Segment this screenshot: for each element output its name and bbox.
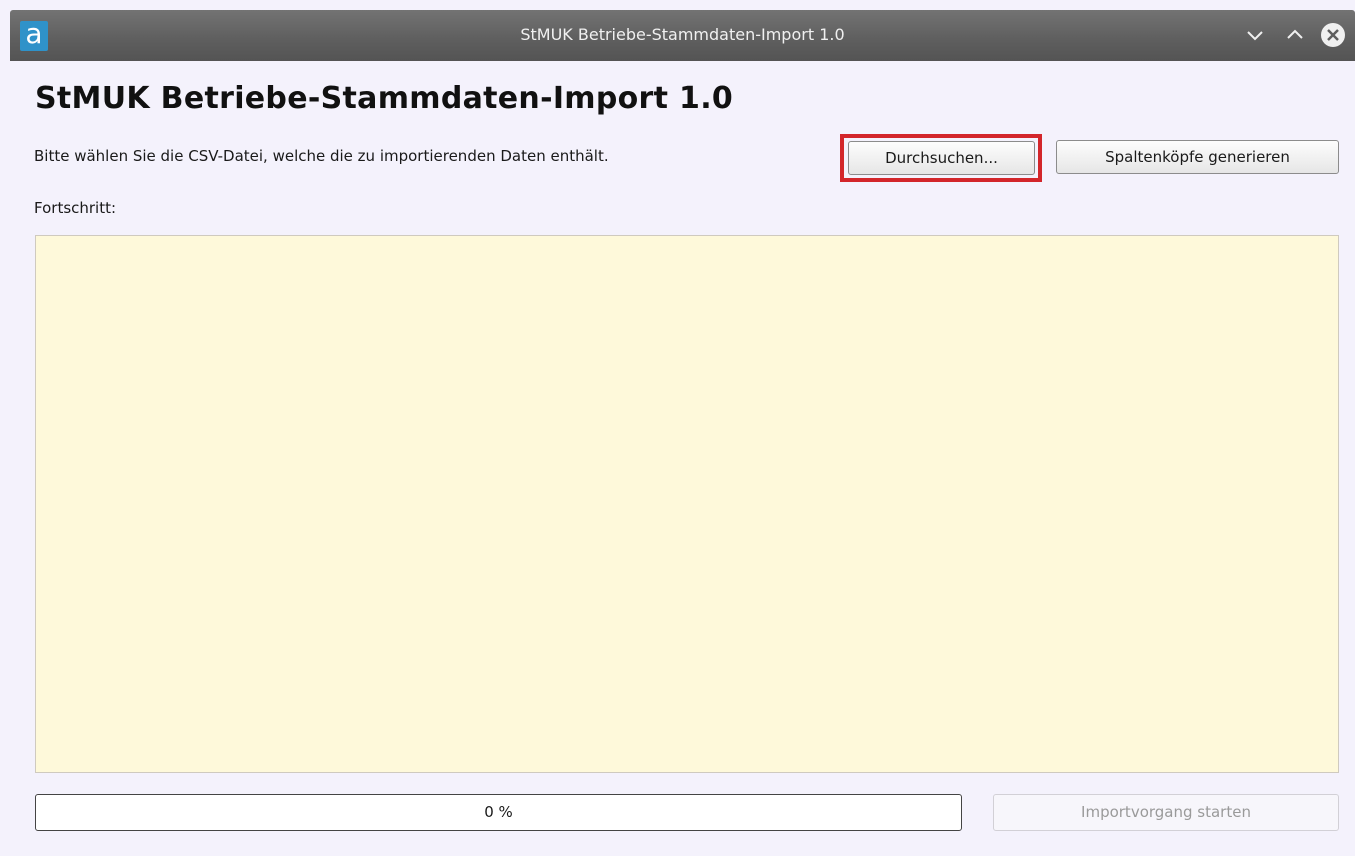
window-title: StMUK Betriebe-Stammdaten-Import 1.0	[520, 25, 845, 44]
minimize-icon[interactable]	[1243, 23, 1267, 47]
start-import-button[interactable]: Importvorgang starten	[993, 794, 1339, 831]
browse-button[interactable]: Durchsuchen...	[848, 141, 1035, 175]
progress-text: 0 %	[484, 803, 513, 821]
page-title: StMUK Betriebe-Stammdaten-Import 1.0	[35, 81, 734, 116]
app-window: a StMUK Betriebe-Stammdaten-Import 1.0 S…	[0, 0, 1355, 856]
title-bar[interactable]: a StMUK Betriebe-Stammdaten-Import 1.0	[10, 10, 1355, 61]
log-output-area[interactable]	[35, 235, 1339, 773]
main-panel: StMUK Betriebe-Stammdaten-Import 1.0 Bit…	[10, 61, 1355, 856]
instruction-text: Bitte wählen Sie die CSV-Datei, welche d…	[34, 147, 609, 165]
maximize-icon[interactable]	[1283, 23, 1307, 47]
progress-bar: 0 %	[35, 794, 962, 831]
close-icon[interactable]	[1320, 22, 1346, 48]
progress-label: Fortschritt:	[34, 199, 117, 217]
generate-headers-button[interactable]: Spaltenköpfe generieren	[1056, 140, 1339, 174]
